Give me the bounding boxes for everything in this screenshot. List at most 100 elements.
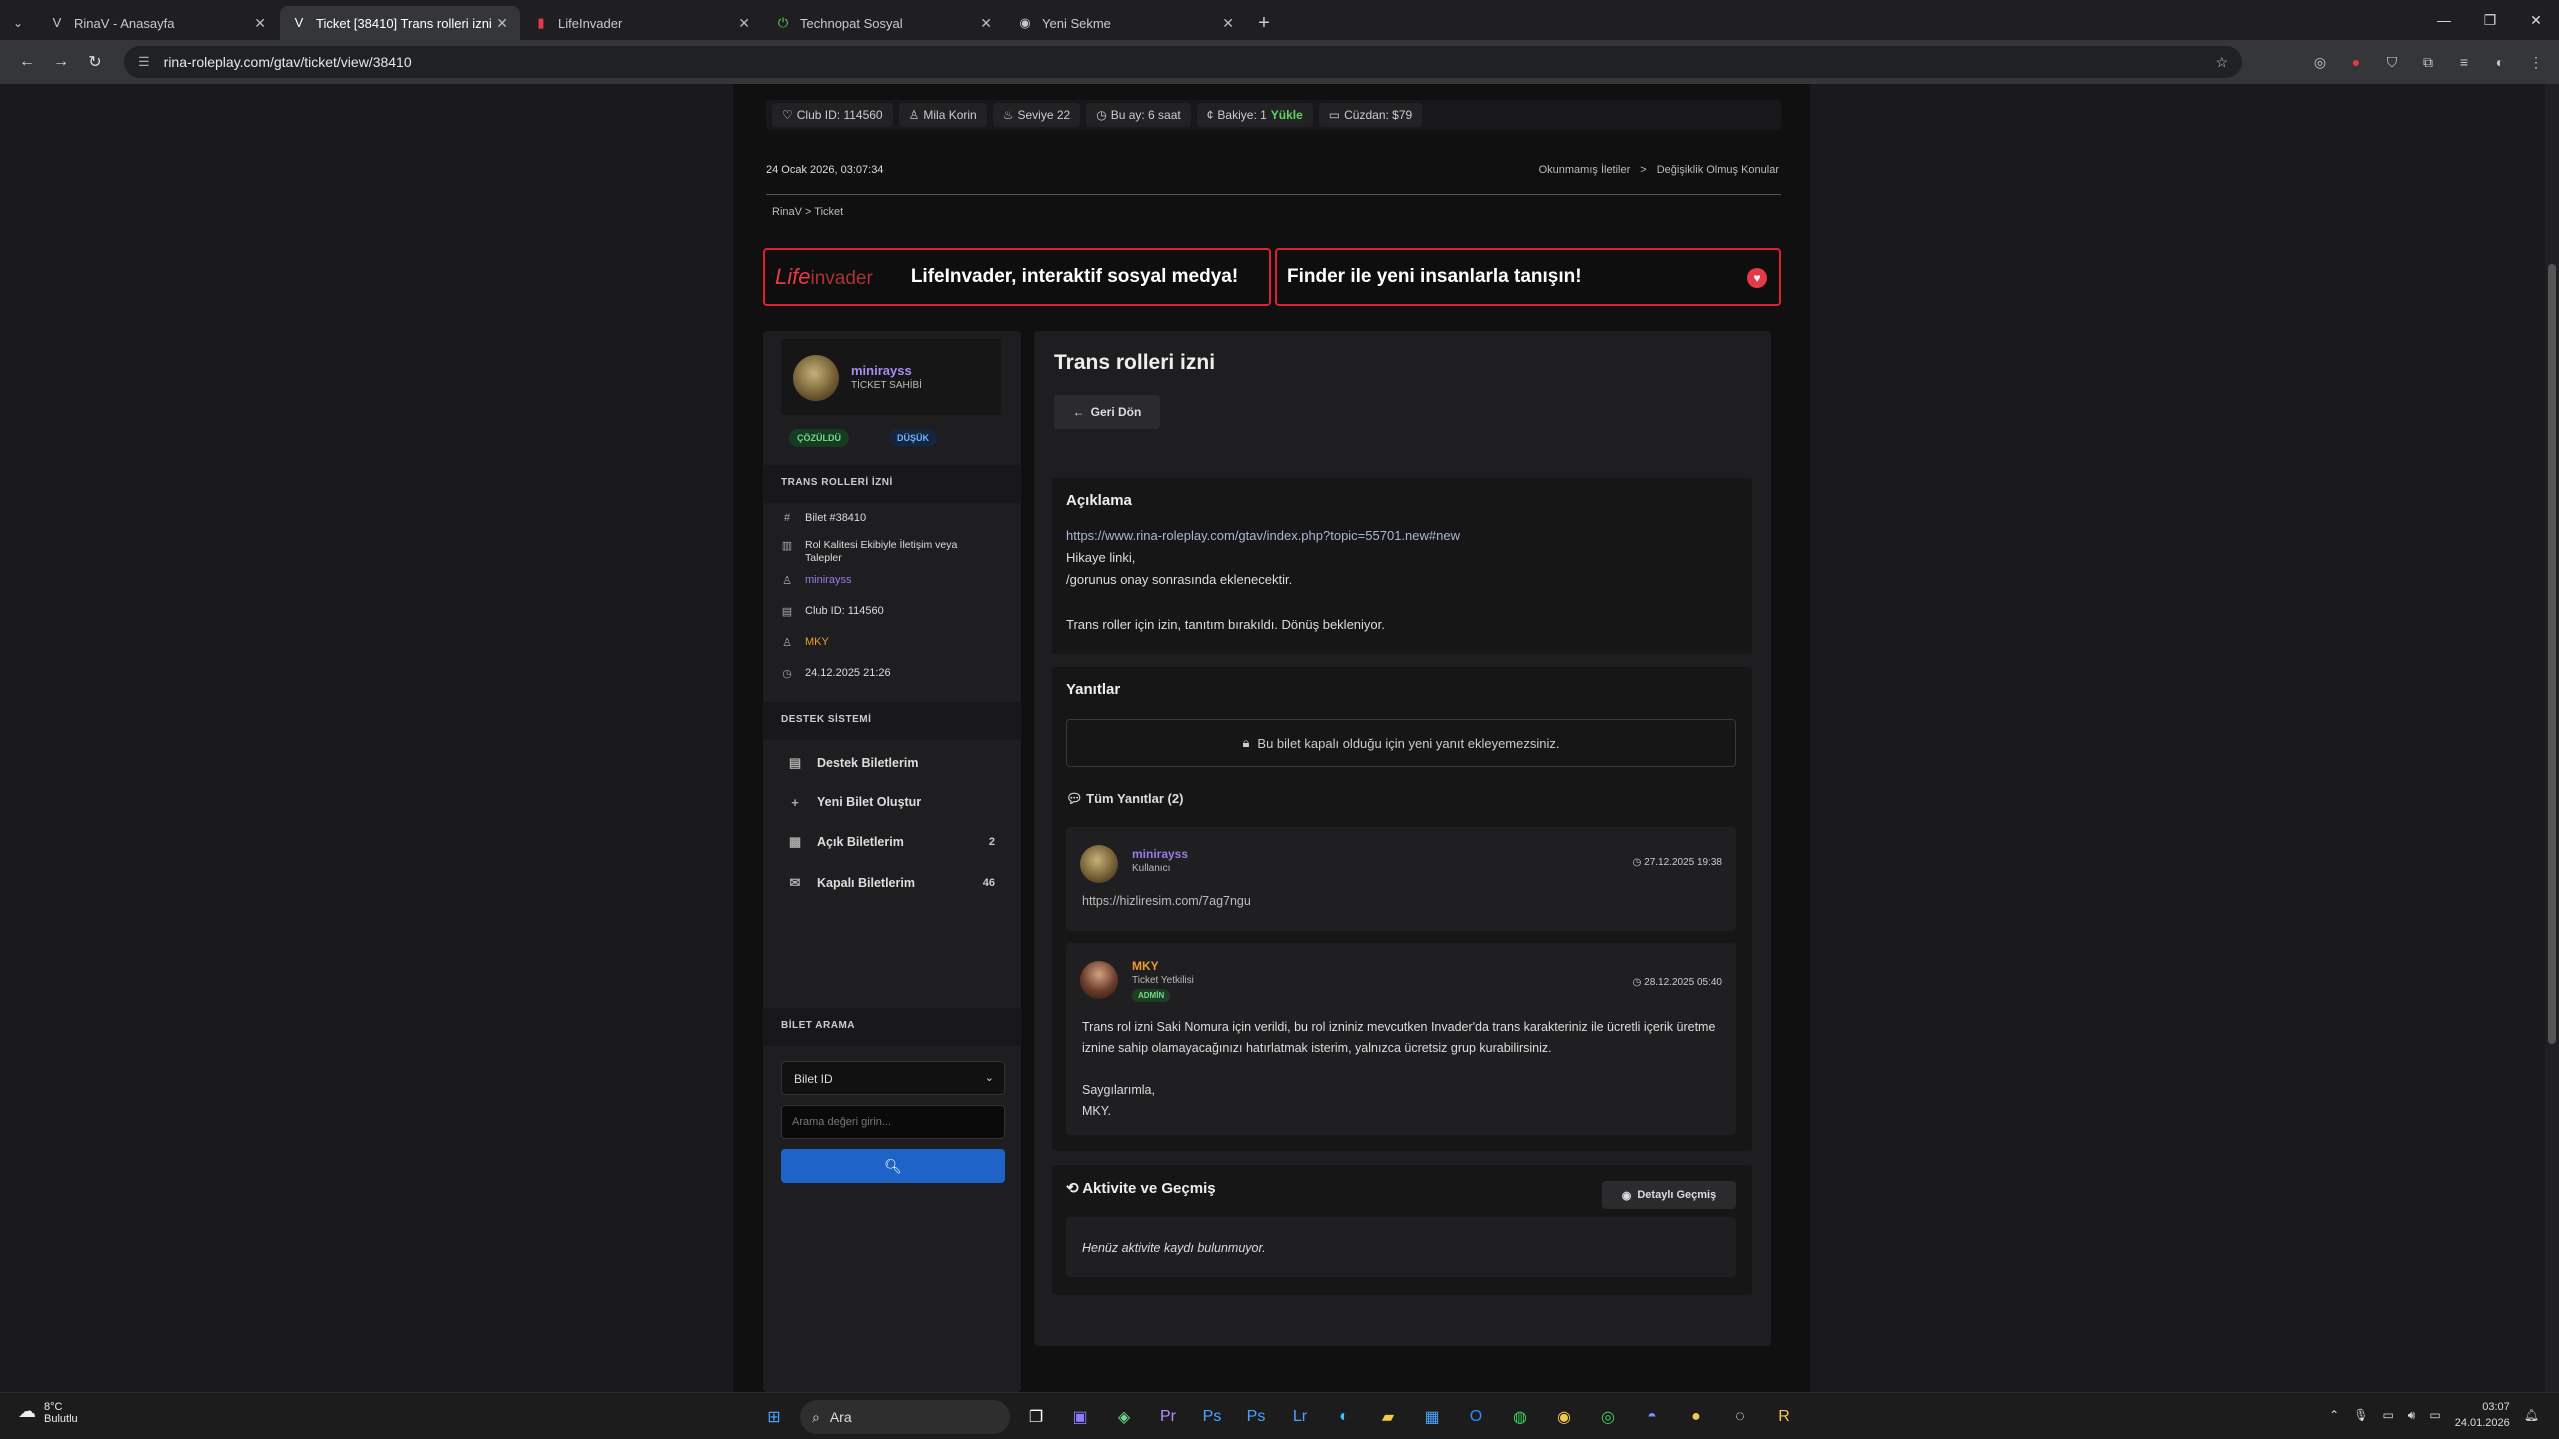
owner-name[interactable]: minirayss xyxy=(851,363,912,378)
tab-title: Yeni Sekme xyxy=(1042,15,1111,31)
new-tab-button[interactable]: + xyxy=(1246,6,1282,40)
tab-lifeinvader[interactable]: ▮ LifeInvader ✕ xyxy=(522,6,762,40)
menu-closed-tickets[interactable]: ✉ Kapalı Biletlerim 46 xyxy=(763,864,1021,902)
taskbar: ☁ 8°C Bulutlu ⊞ ⌕ Ara ❐ ▣ ◈ Pr Ps Ps Lr ◐ … xyxy=(0,1392,2559,1439)
battery-icon[interactable]: ▭ xyxy=(2429,1408,2440,1422)
discord-icon[interactable]: ◓ xyxy=(1634,1399,1670,1435)
shield-icon[interactable]: ⛉ xyxy=(2379,48,2405,76)
club-id-chip: ♡ Club ID: 114560 xyxy=(772,103,893,127)
minimize-icon[interactable]: — xyxy=(2421,0,2467,40)
user-link[interactable]: minirayss xyxy=(805,574,851,586)
unread-link[interactable]: Okunmamış İletiler xyxy=(1539,164,1631,176)
back-button[interactable]: ← Geri Dön xyxy=(1054,395,1160,429)
puzzle-icon[interactable]: ⧉ xyxy=(2415,48,2441,76)
app-icon[interactable]: ◈ xyxy=(1106,1399,1142,1435)
detailed-history-button[interactable]: ◉ Detaylı Geçmiş xyxy=(1602,1181,1736,1209)
close-icon[interactable]: ✕ xyxy=(738,15,750,32)
menu-dots-icon[interactable]: ⋮ xyxy=(2523,48,2549,76)
scrollbar-thumb[interactable] xyxy=(2548,264,2556,1044)
tab-ticket[interactable]: V Ticket [38410] Trans rolleri izni ✕ xyxy=(280,6,520,40)
volume-icon[interactable]: 🔊︎ xyxy=(2408,1408,2416,1423)
spotify-icon[interactable]: ◎ xyxy=(1590,1399,1626,1435)
rinav-v-icon: V xyxy=(294,15,304,30)
rinav-icon[interactable]: R xyxy=(1766,1399,1802,1435)
changed-topics-link[interactable]: Değişiklik Olmuş Konular xyxy=(1657,164,1779,176)
premiere-icon[interactable]: Pr xyxy=(1150,1399,1186,1435)
notification-bell-icon[interactable]: 🔔︎ xyxy=(2524,1408,2539,1422)
reload-icon[interactable]: ↻ xyxy=(78,52,112,72)
tab-title: Technopat Sosyal xyxy=(800,15,903,31)
restore-icon[interactable]: ❐ xyxy=(2467,0,2513,40)
profile-icon[interactable]: ◐ xyxy=(2487,48,2513,76)
close-window-icon[interactable]: ✕ xyxy=(2513,0,2559,40)
media-icon[interactable]: ≡ xyxy=(2451,48,2477,76)
lifeinvader-logo: Lifeinvader xyxy=(775,264,873,290)
outlook-icon[interactable]: O xyxy=(1458,1399,1494,1435)
search-button[interactable]: 🔍︎ xyxy=(781,1149,1005,1183)
banner-text: LifeInvader, interaktif sosyal medya! xyxy=(910,266,1239,287)
tab-rinav-home[interactable]: V RinaV - Anasayfa ✕ xyxy=(38,6,278,40)
extension-icon[interactable]: ◎ xyxy=(2307,48,2333,76)
chevron-up-icon[interactable]: ⌃ xyxy=(2329,1408,2339,1422)
username-chip[interactable]: ♙ Mila Korin xyxy=(898,103,987,127)
app-icon[interactable]: ● xyxy=(1678,1399,1714,1435)
whatsapp-icon[interactable]: ◍ xyxy=(1502,1399,1538,1435)
reply-author[interactable]: minirayss xyxy=(1132,847,1188,861)
menu-new-ticket[interactable]: + Yeni Bilet Oluştur xyxy=(763,783,1021,821)
finder-banner[interactable]: Finder ile yeni insanlarla tanışın! ♥ xyxy=(1275,248,1781,306)
microphone-icon[interactable]: 🎙︎ xyxy=(2353,1408,2368,1422)
wallet-icon: ▭ xyxy=(1328,108,1341,122)
closed-notice: 🔒︎ Bu bilet kapalı olduğu için yeni yanıt… xyxy=(1066,719,1736,767)
back-arrow-icon[interactable]: ← xyxy=(10,53,44,71)
teams-icon[interactable]: ▣ xyxy=(1062,1399,1098,1435)
menu-open-tickets[interactable]: ▦ Açık Biletlerim 2 xyxy=(763,823,1021,861)
load-balance-link[interactable]: Yükle xyxy=(1271,108,1303,122)
taskbar-search[interactable]: ⌕ Ara xyxy=(800,1400,1010,1434)
close-icon[interactable]: ✕ xyxy=(254,15,266,32)
photoshop-icon[interactable]: Ps xyxy=(1194,1399,1230,1435)
all-replies-text: Tüm Yanıtlar (2) xyxy=(1086,791,1184,806)
task-view-icon[interactable]: ❐ xyxy=(1018,1399,1054,1435)
logo-invader-text: invader xyxy=(810,268,873,289)
page-scrollbar[interactable] xyxy=(2545,84,2559,1392)
count-badge: 2 xyxy=(988,836,995,848)
site-info-icon[interactable]: ☰ xyxy=(138,54,150,70)
assignee-link[interactable]: MKY xyxy=(805,636,829,648)
folder-icon[interactable]: ▰ xyxy=(1370,1399,1406,1435)
arrow-left-icon: ← xyxy=(1072,405,1085,419)
description-link[interactable]: https://www.rina-roleplay.com/gtav/index… xyxy=(1066,528,1460,543)
steam-icon[interactable]: ◌ xyxy=(1722,1399,1758,1435)
power-icon: ⏻ xyxy=(777,15,789,30)
search-type-select[interactable]: Bilet ID ⌄ xyxy=(781,1061,1005,1095)
store-icon[interactable]: ▦ xyxy=(1414,1399,1450,1435)
tab-new[interactable]: ◉ Yeni Sekme ✕ xyxy=(1006,6,1246,40)
reply-author[interactable]: MKY xyxy=(1132,959,1159,973)
hash-icon: # xyxy=(783,512,791,524)
close-icon[interactable]: ✕ xyxy=(496,15,508,32)
close-icon[interactable]: ✕ xyxy=(1222,15,1234,32)
tab-technopat[interactable]: ⏻ Technopat Sosyal ✕ xyxy=(764,6,1004,40)
bookmark-star-icon[interactable]: ☆ xyxy=(2215,54,2228,71)
chrome-icon[interactable]: ◉ xyxy=(1546,1399,1582,1435)
forward-arrow-icon[interactable]: → xyxy=(44,53,78,71)
reply-item: minirayss Kullanıcı ◷ 27.12.2025 19:38 h… xyxy=(1066,827,1736,931)
address-bar[interactable]: ☰ rina-roleplay.com/gtav/ticket/view/384… xyxy=(124,46,2242,78)
tab-search-button[interactable]: ⌄ xyxy=(0,6,36,40)
breadcrumb[interactable]: RinaV > Ticket xyxy=(772,206,843,218)
search-input[interactable]: Arama değeri girin... xyxy=(781,1105,1005,1139)
lifeinvader-banner[interactable]: Lifeinvader LifeInvader, interaktif sosy… xyxy=(763,248,1271,306)
extension-icon[interactable]: ● xyxy=(2343,48,2369,76)
network-icon[interactable]: ▭ xyxy=(2382,1408,2393,1422)
photoshop-icon[interactable]: Ps xyxy=(1238,1399,1274,1435)
reply-text[interactable]: https://hizliresim.com/7ag7ngu xyxy=(1082,891,1722,912)
menu-my-tickets[interactable]: ▤ Destek Biletlerim xyxy=(763,744,1021,782)
avatar xyxy=(1080,961,1118,999)
page-viewport: ♡ Club ID: 114560 ♙ Mila Korin ♨ Seviye 22 … xyxy=(0,84,2559,1392)
lightroom-icon[interactable]: Lr xyxy=(1282,1399,1318,1435)
edge-icon[interactable]: ◐ xyxy=(1326,1399,1362,1435)
clock[interactable]: 03:07 24.01.2026 xyxy=(2455,1399,2510,1431)
close-icon[interactable]: ✕ xyxy=(980,15,992,32)
weather-widget[interactable]: ☁ 8°C Bulutlu xyxy=(18,1401,78,1425)
windows-start-icon[interactable]: ⊞ xyxy=(756,1399,792,1435)
user-icon: ♙ xyxy=(782,575,792,587)
